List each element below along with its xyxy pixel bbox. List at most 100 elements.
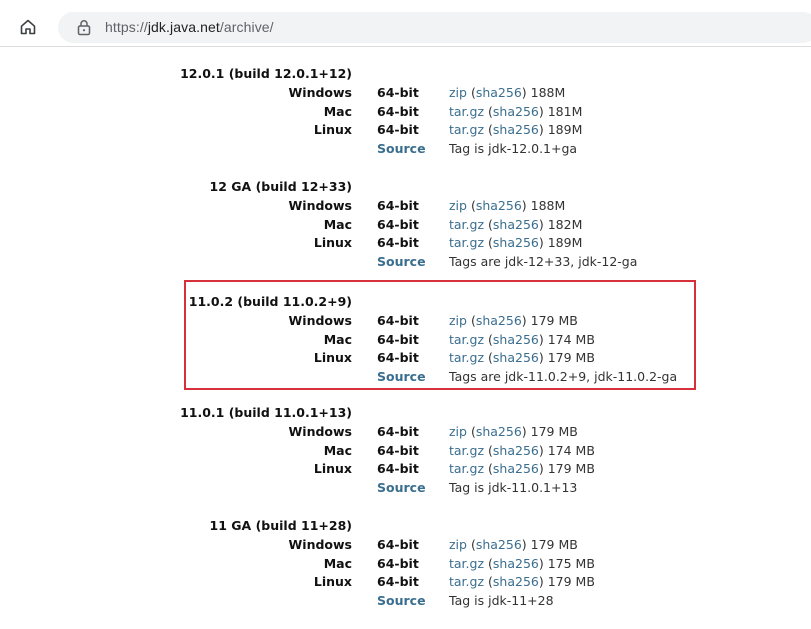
file-size: 174 MB (547, 442, 595, 458)
browser-toolbar: https://jdk.java.net/archive/ (0, 0, 811, 47)
source-row: Source Tag is jdk-11.0.1+13 (184, 480, 696, 499)
file-size: 175 MB (547, 555, 595, 571)
download-row: Linux 64-bit tar.gz (sha256) 179 MB (184, 350, 696, 369)
source-link[interactable]: Source (377, 480, 426, 495)
download-row: Windows 64-bit zip (sha256) 179 MB (184, 424, 696, 443)
source-link[interactable]: Source (377, 141, 426, 156)
os-label: Mac (323, 216, 352, 232)
checksum-link[interactable]: sha256 (493, 104, 539, 119)
arch-label: 64-bit (377, 122, 419, 138)
source-row: Source Tag is jdk-12.0.1+ga (184, 141, 696, 160)
release-block: 11.0.2 (build 11.0.2+9) Windows 64-bit zip … (184, 280, 696, 390)
tags-text: Tag is jdk-11.0.1+13 (449, 480, 578, 496)
home-icon (20, 19, 36, 35)
os-label: Linux (313, 122, 352, 138)
download-row: Linux 64-bit tar.gz (sha256) 179 MB (184, 461, 696, 480)
release-title: 11 GA (build 11+28) (209, 518, 352, 533)
package-link[interactable]: tar.gz (449, 574, 484, 589)
package-link[interactable]: tar.gz (449, 350, 484, 365)
arch-label: 64-bit (377, 331, 419, 347)
package-link[interactable]: tar.gz (449, 235, 484, 250)
file-size: 188M (530, 197, 566, 213)
release-block: 12.0.1 (build 12.0.1+12) Windows 64-bit zip… (180, 66, 696, 163)
checksum-link[interactable]: sha256 (476, 85, 522, 100)
arch-label: 64-bit (377, 423, 419, 439)
release-title: 11.0.2 (build 11.0.2+9) (188, 294, 352, 309)
release-block: 12 GA (build 12+33) Windows 64-bit zip (sha… (184, 179, 696, 276)
checksum-link[interactable]: sha256 (476, 537, 522, 552)
lock-icon[interactable] (76, 19, 92, 36)
file-size: 189M (547, 235, 583, 251)
file-size: 182M (547, 216, 583, 232)
tags-text: Tag is jdk-11+28 (449, 593, 554, 609)
archive-page: 12.0.1 (build 12.0.1+12) Windows 64-bit zip… (0, 47, 811, 629)
checksum-link[interactable]: sha256 (493, 443, 539, 458)
file-links: tar.gz (sha256) 181M (449, 103, 583, 119)
package-link[interactable]: zip (449, 198, 467, 213)
package-link[interactable]: tar.gz (449, 461, 484, 476)
download-row: Windows 64-bit zip (sha256) 188M (184, 85, 696, 104)
file-links: tar.gz (sha256) 182M (449, 216, 583, 232)
file-size: 179 MB (547, 574, 595, 590)
download-row: Linux 64-bit tar.gz (sha256) 189M (184, 122, 696, 141)
release-title: 12 GA (build 12+33) (209, 179, 352, 194)
package-link[interactable]: tar.gz (449, 122, 484, 137)
checksum-link[interactable]: sha256 (493, 217, 539, 232)
home-button[interactable] (14, 13, 42, 41)
arch-label: 64-bit (377, 103, 419, 119)
file-size: 188M (530, 84, 566, 100)
package-link[interactable]: tar.gz (449, 443, 484, 458)
checksum-link[interactable]: sha256 (476, 313, 522, 328)
url-text[interactable]: https://jdk.java.net/archive/ (105, 19, 274, 35)
download-row: Windows 64-bit zip (sha256) 179 MB (184, 313, 696, 332)
source-row: Source Tags are jdk-12+33, jdk-12-ga (184, 254, 696, 273)
file-links: tar.gz (sha256) 189M (449, 235, 583, 251)
package-link[interactable]: zip (449, 424, 467, 439)
checksum-link[interactable]: sha256 (493, 235, 539, 250)
source-link[interactable]: Source (377, 254, 426, 269)
file-size: 181M (547, 103, 583, 119)
file-links: tar.gz (sha256) 175 MB (449, 555, 595, 571)
file-links: zip (sha256) 188M (449, 84, 566, 100)
source-row: Source Tag is jdk-11+28 (184, 593, 696, 612)
file-size: 179 MB (547, 461, 595, 477)
source-link[interactable]: Source (377, 593, 426, 608)
file-links: zip (sha256) 179 MB (449, 312, 578, 328)
package-link[interactable]: zip (449, 537, 467, 552)
checksum-link[interactable]: sha256 (493, 556, 539, 571)
checksum-link[interactable]: sha256 (476, 198, 522, 213)
checksum-link[interactable]: sha256 (476, 424, 522, 439)
checksum-link[interactable]: sha256 (493, 122, 539, 137)
checksum-link[interactable]: sha256 (493, 350, 539, 365)
download-row: Mac 64-bit tar.gz (sha256) 181M (184, 104, 696, 123)
checksum-link[interactable]: sha256 (493, 574, 539, 589)
url-scheme: https:// (105, 19, 148, 35)
os-label: Windows (288, 197, 353, 213)
package-link[interactable]: zip (449, 85, 467, 100)
release-block: 11 GA (build 11+28) Windows 64-bit zip (sha… (184, 518, 696, 615)
download-row: Mac 64-bit tar.gz (sha256) 174 MB (184, 332, 696, 351)
os-label: Linux (313, 461, 352, 477)
file-links: tar.gz (sha256) 174 MB (449, 442, 595, 458)
os-label: Windows (288, 423, 353, 439)
file-links: tar.gz (sha256) 179 MB (449, 350, 595, 366)
file-links: tar.gz (sha256) 189M (449, 122, 583, 138)
source-link[interactable]: Source (377, 369, 426, 384)
tags-text: Tags are jdk-12+33, jdk-12-ga (449, 254, 638, 270)
file-size: 189M (547, 122, 583, 138)
file-links: zip (sha256) 179 MB (449, 423, 578, 439)
os-label: Mac (323, 103, 352, 119)
arch-label: 64-bit (377, 312, 419, 328)
package-link[interactable]: tar.gz (449, 556, 484, 571)
package-link[interactable]: zip (449, 313, 467, 328)
release-title: 11.0.1 (build 11.0.1+13) (180, 405, 352, 420)
checksum-link[interactable]: sha256 (493, 461, 539, 476)
package-link[interactable]: tar.gz (449, 104, 484, 119)
checksum-link[interactable]: sha256 (493, 332, 539, 347)
package-link[interactable]: tar.gz (449, 332, 484, 347)
package-link[interactable]: tar.gz (449, 217, 484, 232)
os-label: Windows (288, 536, 353, 552)
download-row: Linux 64-bit tar.gz (sha256) 179 MB (184, 574, 696, 593)
file-size: 179 MB (530, 423, 578, 439)
address-bar[interactable]: https://jdk.java.net/archive/ (58, 12, 811, 43)
